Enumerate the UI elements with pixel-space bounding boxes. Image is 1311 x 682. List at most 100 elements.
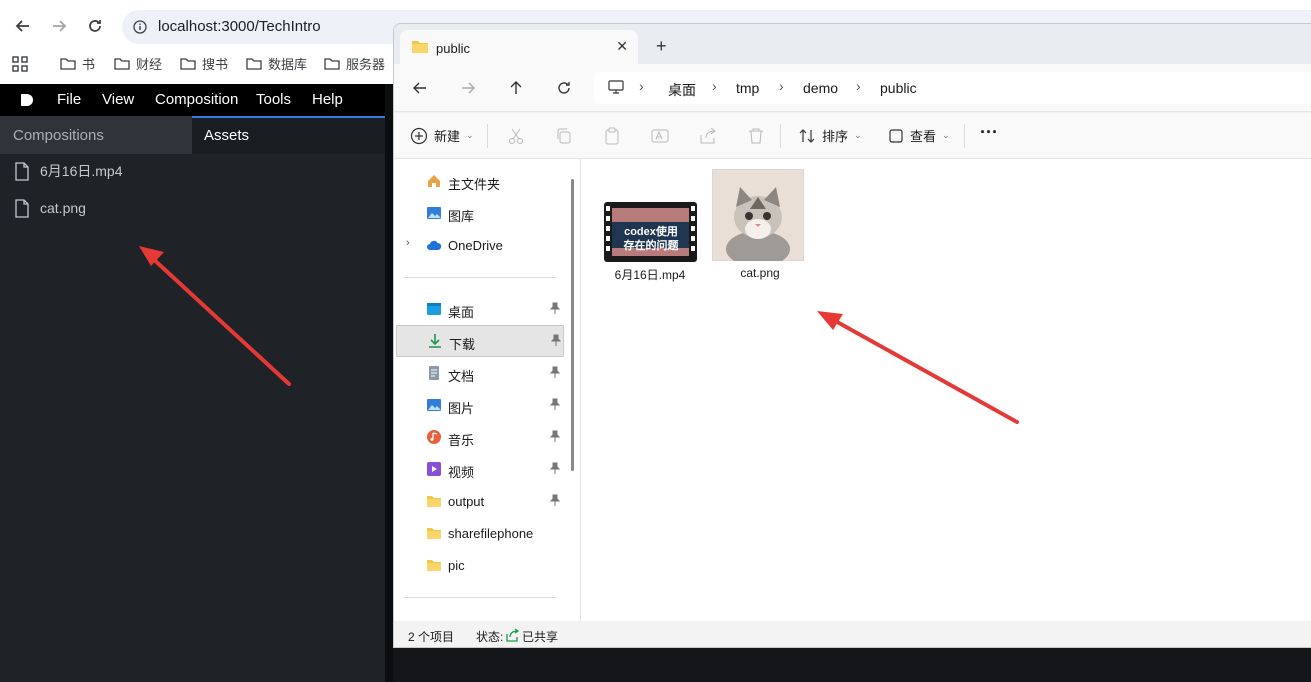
document-icon — [429, 366, 439, 380]
new-button[interactable]: 新建 ⌄ — [410, 126, 474, 145]
navigation-pane: 主文件夹 图库 › OneDrive 桌面 下载 文档 图片 音乐 视频 out… — [394, 159, 581, 621]
sidebar-item-output[interactable]: output — [396, 486, 564, 516]
folder-icon — [180, 58, 196, 70]
share-icon[interactable] — [698, 126, 718, 146]
pin-icon[interactable] — [551, 334, 561, 346]
reload-icon — [558, 82, 570, 94]
file-icon — [15, 161, 29, 181]
chevron-right-icon[interactable]: › — [406, 237, 410, 249]
nav-scrollbar[interactable] — [571, 179, 574, 471]
explorer-toolbar: 新建 ⌄ 排序 ⌄ 查看 ⌄ ··· — [394, 113, 1311, 159]
up-button[interactable] — [506, 78, 526, 98]
file-item-image[interactable]: cat.png — [712, 169, 808, 281]
folder-icon — [114, 58, 130, 70]
explorer-tab[interactable]: public ✕ — [400, 30, 638, 64]
new-tab-button[interactable]: + — [656, 36, 667, 57]
more-button[interactable]: ··· — [980, 122, 998, 143]
bookmark-folder[interactable]: 服务器 — [324, 54, 385, 73]
breadcrumb[interactable]: › 桌面 › tmp › demo › public — [594, 72, 1311, 104]
sidebar-item-pictures[interactable]: 图片 — [396, 390, 564, 420]
menu-help[interactable]: Help — [312, 91, 343, 108]
breadcrumb-item[interactable]: public — [880, 80, 917, 96]
chevron-right-icon: › — [639, 78, 644, 94]
item-count: 2 个项目 — [408, 630, 455, 644]
chevron-right-icon: › — [779, 78, 784, 94]
cloud-icon — [427, 240, 442, 250]
pin-icon[interactable] — [550, 398, 560, 410]
menu-tools[interactable]: Tools — [256, 91, 291, 108]
chevron-down-icon: ⌄ — [942, 130, 950, 140]
sidebar-item-downloads[interactable]: 下载 — [396, 325, 564, 357]
file-item-video[interactable]: codex使用 存在的问题 6月16日.mp4 — [604, 169, 700, 282]
menu-composition[interactable]: Composition — [155, 91, 238, 108]
app-menubar: File View Composition Tools Help — [0, 84, 385, 116]
toolbar-divider — [780, 124, 781, 148]
sort-button[interactable]: 排序 ⌄ — [798, 126, 862, 145]
sidebar-item-home[interactable]: 主文件夹 — [396, 166, 564, 196]
pin-icon[interactable] — [550, 430, 560, 442]
status-label: 状态: — [476, 630, 504, 644]
list-item[interactable]: 6月16日.mp4 — [14, 160, 122, 182]
chevron-down-icon: ⌄ — [466, 130, 474, 140]
folder-icon — [412, 41, 428, 53]
list-item[interactable]: cat.png — [14, 197, 86, 219]
breadcrumb-item[interactable]: 桌面 — [668, 80, 696, 100]
breadcrumb-item[interactable]: tmp — [736, 80, 759, 96]
chevron-right-icon: › — [856, 78, 861, 94]
sidebar-item-onedrive[interactable]: › OneDrive — [396, 230, 564, 260]
app-logo-icon[interactable] — [20, 93, 34, 107]
pin-icon[interactable] — [550, 494, 560, 506]
music-icon — [427, 430, 441, 444]
bookmark-folder[interactable]: 书 — [60, 54, 95, 73]
breadcrumb-item[interactable]: demo — [803, 80, 838, 96]
pin-icon[interactable] — [550, 462, 560, 474]
sidebar-item-videos[interactable]: 视频 — [396, 454, 564, 484]
paste-icon[interactable] — [602, 126, 622, 146]
explorer-tabstrip: public ✕ + — [394, 24, 1311, 64]
home-icon — [428, 175, 440, 187]
folder-icon — [427, 560, 441, 571]
info-icon[interactable] — [133, 20, 147, 34]
sidebar-item-sharefilephone[interactable]: sharefilephone — [396, 518, 564, 548]
sidebar-item-pic[interactable]: pic — [396, 550, 564, 580]
back-button[interactable] — [410, 78, 430, 98]
close-tab-button[interactable]: ✕ — [616, 38, 628, 55]
nav-divider — [404, 597, 556, 598]
sidebar-item-music[interactable]: 音乐 — [396, 422, 564, 452]
folder-icon — [246, 58, 262, 70]
view-button[interactable]: 查看 ⌄ — [888, 126, 950, 145]
forward-button[interactable] — [458, 78, 478, 98]
pin-icon[interactable] — [550, 366, 560, 378]
sidebar-item-documents[interactable]: 文档 — [396, 358, 564, 388]
panel-tabs: Compositions Assets — [0, 116, 385, 154]
bookmark-folder[interactable]: 搜书 — [180, 54, 228, 73]
sidebar-item-gallery[interactable]: 图库 — [396, 198, 564, 228]
chevron-right-icon: › — [712, 78, 717, 94]
asset-list: 6月16日.mp4 cat.png — [0, 154, 385, 682]
apps-grid-icon[interactable] — [12, 56, 28, 72]
refresh-button[interactable] — [554, 78, 574, 98]
file-explorer-window: public ✕ + › 桌面 › tmp › demo › public 新建… — [393, 23, 1311, 648]
copy-icon[interactable] — [554, 126, 574, 146]
folder-icon — [427, 528, 441, 539]
computer-icon — [608, 80, 624, 94]
rename-icon[interactable] — [650, 126, 670, 146]
arrow-left-icon — [15, 20, 29, 32]
status-bar: 2 个项目 状态: 已共享 — [394, 621, 1311, 647]
tab-assets[interactable]: Assets — [192, 116, 385, 154]
back-button[interactable] — [9, 12, 37, 40]
background-strip — [393, 648, 1311, 682]
menu-file[interactable]: File — [57, 91, 81, 108]
forward-button[interactable] — [45, 12, 73, 40]
toolbar-divider — [487, 124, 488, 148]
url-text[interactable]: localhost:3000/TechIntro — [158, 18, 321, 35]
cut-icon[interactable] — [506, 126, 526, 146]
reload-button[interactable] — [81, 12, 109, 40]
sidebar-item-desktop[interactable]: 桌面 — [396, 294, 564, 324]
tab-compositions[interactable]: Compositions — [0, 116, 192, 154]
bookmark-folder[interactable]: 财经 — [114, 54, 162, 73]
menu-view[interactable]: View — [102, 91, 134, 108]
delete-icon[interactable] — [746, 126, 766, 146]
pin-icon[interactable] — [550, 302, 560, 314]
bookmark-folder[interactable]: 数据库 — [246, 54, 307, 73]
